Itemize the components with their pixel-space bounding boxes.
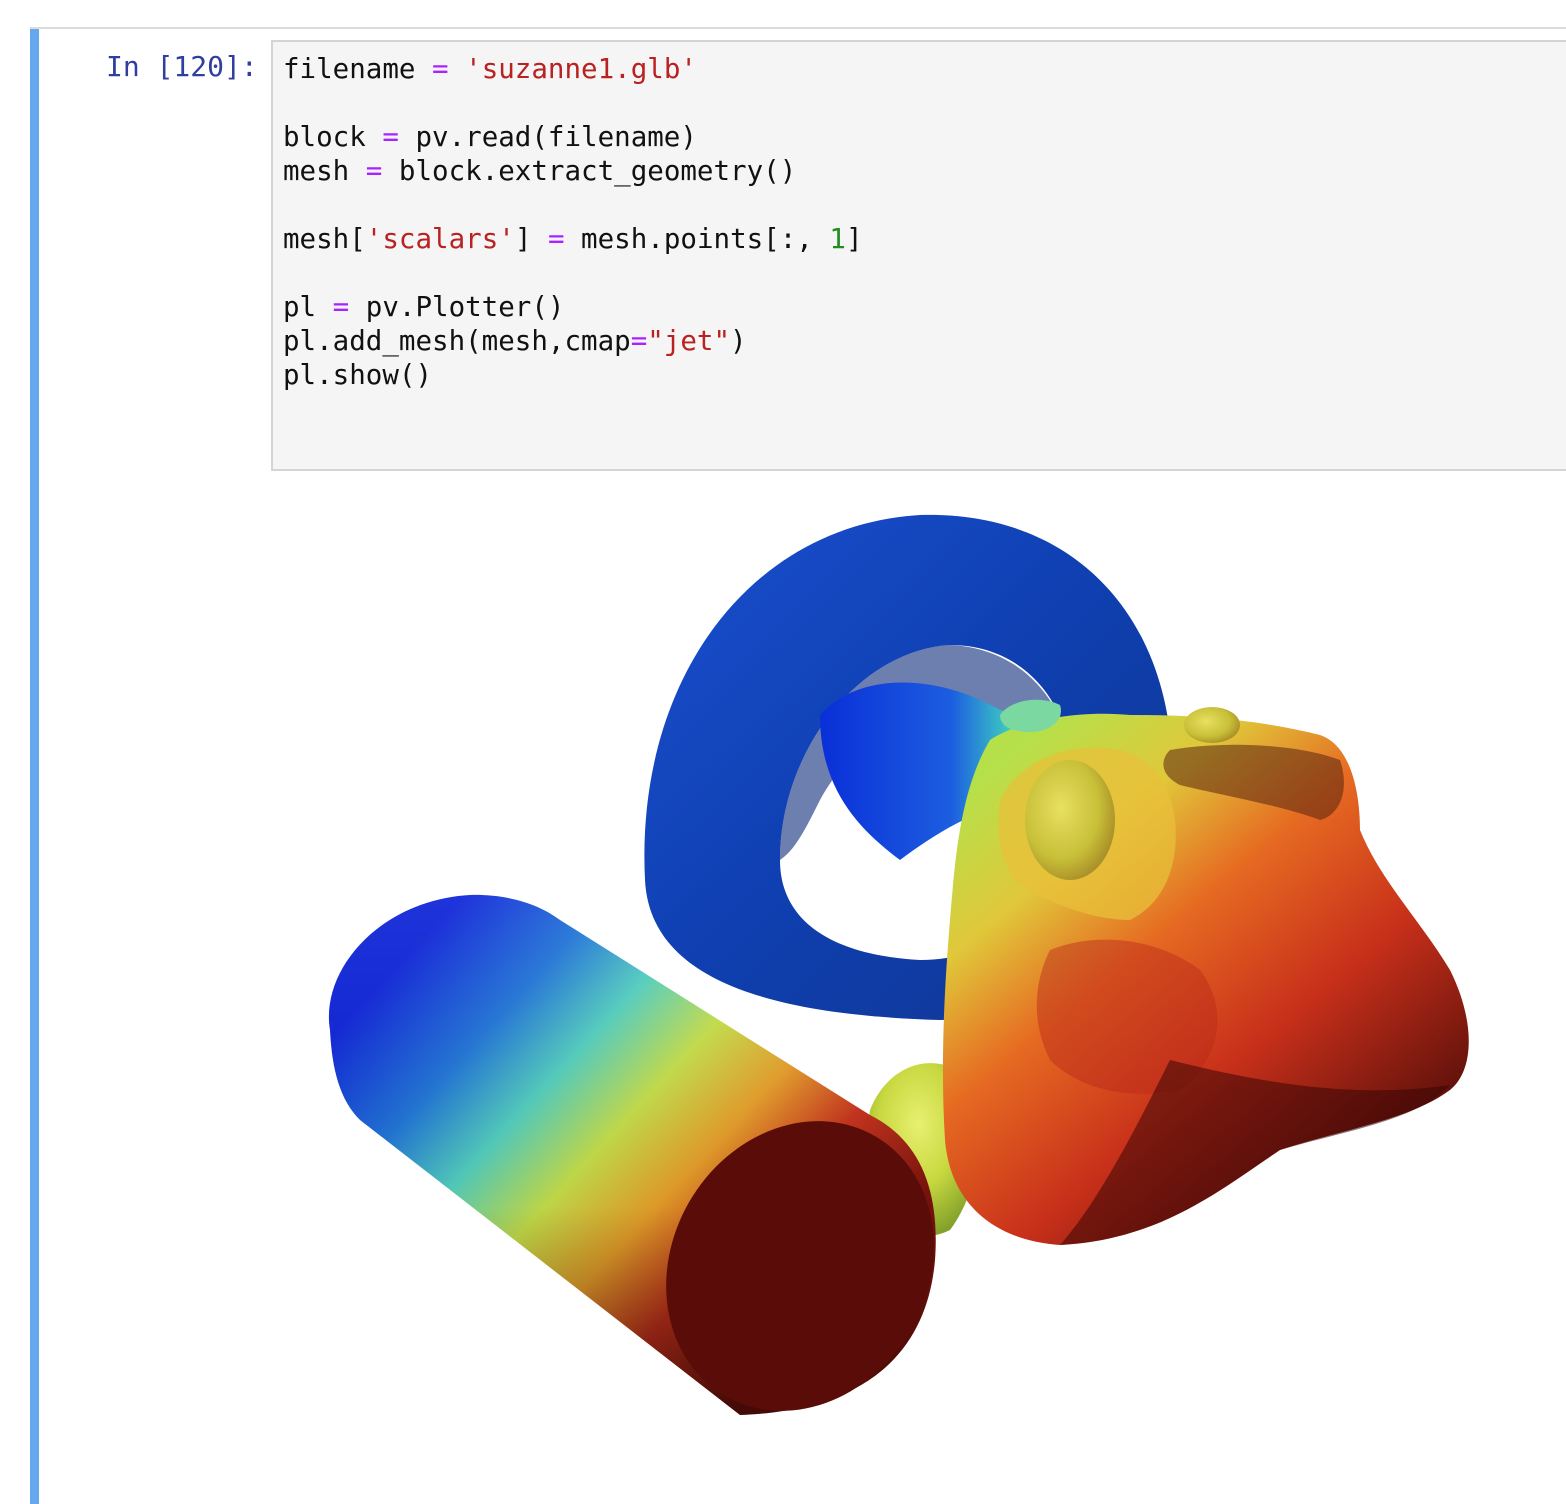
code-token: = — [630, 325, 648, 357]
code-token: mesh.points[:, — [564, 223, 830, 255]
code-token: = — [382, 121, 399, 153]
code-line: filename = 'suzanne1.glb' — [283, 53, 697, 85]
code-token: = — [547, 223, 565, 255]
code-line: pl.show() — [283, 359, 432, 391]
code-token: block — [283, 121, 383, 153]
code-token: 1 — [829, 223, 846, 255]
code-token: pl.show() — [283, 359, 433, 391]
code-token: filename — [283, 53, 433, 85]
code-token: mesh — [283, 155, 366, 187]
code-line: pl.add_mesh(mesh,cmap="jet") — [283, 325, 747, 357]
input-prompt: In [120]: — [106, 50, 258, 83]
code-token: ) — [730, 325, 747, 357]
code-line: block = pv.read(filename) — [283, 121, 697, 153]
code-token: = — [432, 53, 449, 85]
code-token: "jet" — [647, 325, 731, 357]
code-token: pv.read(filename) — [398, 121, 697, 153]
code-token: block.extract_geometry() — [382, 155, 797, 187]
cell-top-border — [30, 27, 1566, 29]
code-line: pl = pv.Plotter() — [283, 291, 564, 323]
selected-cell-indicator — [30, 29, 39, 1504]
code-token: ] — [514, 223, 548, 255]
monkey-right-eye-top — [1184, 707, 1240, 743]
code-token: ] — [845, 223, 863, 255]
code-token: = — [332, 291, 350, 323]
code-editor[interactable]: filename = 'suzanne1.glb' block = pv.rea… — [271, 40, 1566, 471]
code-line: mesh = block.extract_geometry() — [283, 155, 796, 187]
code-token: 'suzanne1.glb' — [465, 53, 697, 85]
code-text[interactable]: filename = 'suzanne1.glb' block = pv.rea… — [283, 52, 863, 392]
code-token: mesh[ — [283, 223, 366, 255]
suzanne-monkey-head-mesh[interactable] — [942, 699, 1469, 1245]
code-token: 'scalars' — [365, 223, 515, 255]
code-token: = — [365, 155, 383, 187]
render-canvas[interactable] — [300, 500, 1520, 1460]
code-token: pl.add_mesh(mesh,cmap — [283, 325, 631, 357]
monkey-left-eye — [1025, 760, 1115, 880]
pyvista-render-output[interactable] — [300, 500, 1520, 1460]
code-token: pv.Plotter() — [349, 291, 565, 323]
code-line: mesh['scalars'] = mesh.points[:, 1] — [283, 223, 863, 255]
code-token: pl — [283, 291, 333, 323]
